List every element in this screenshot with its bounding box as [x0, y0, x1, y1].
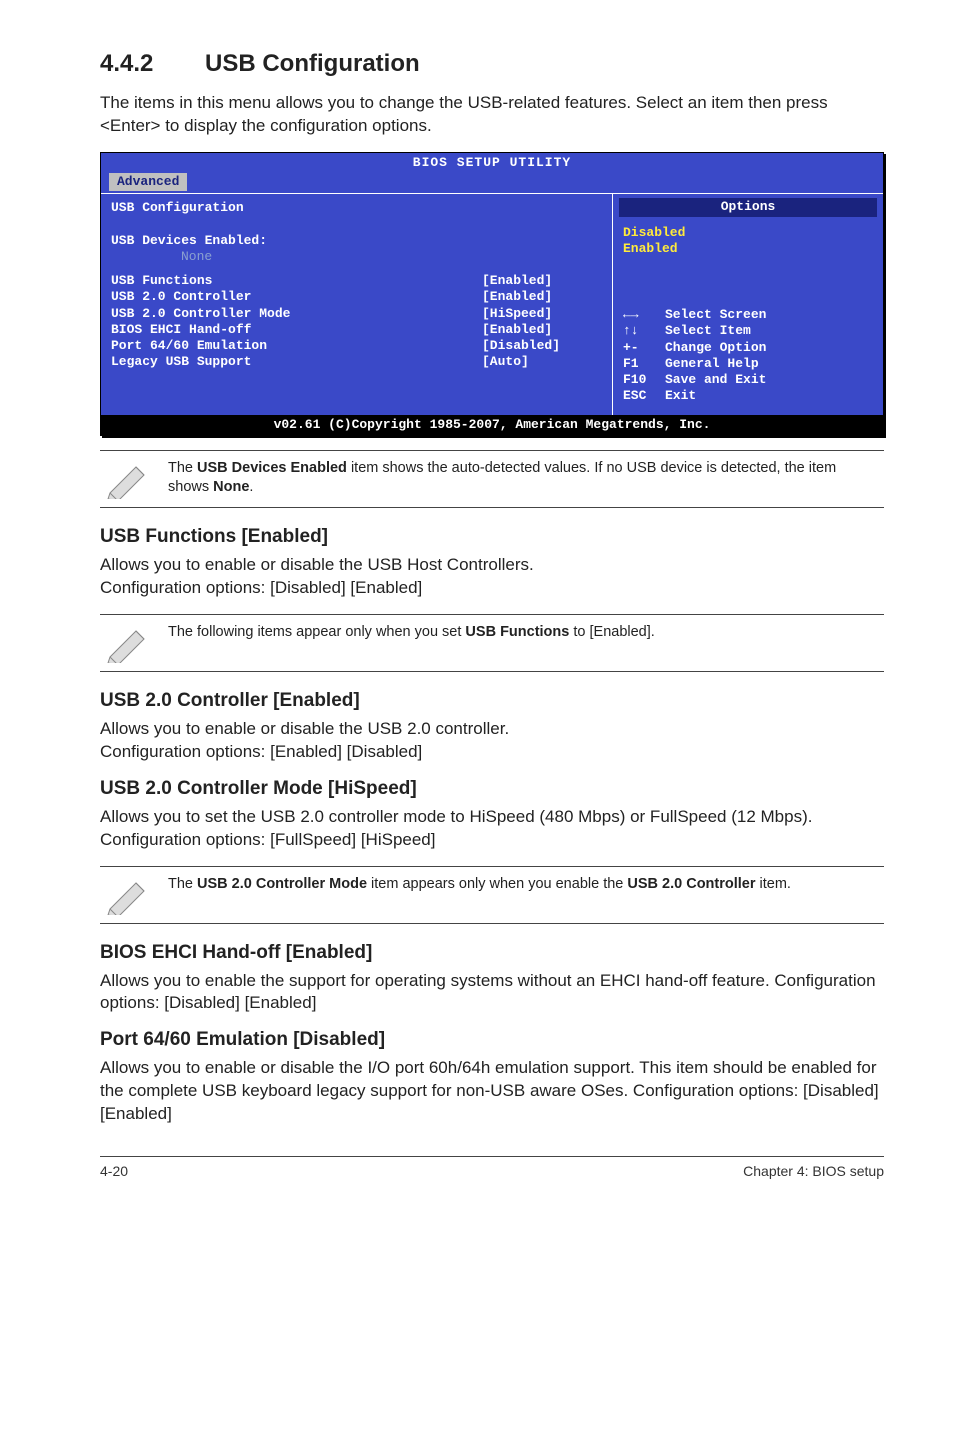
- bios-panel-title: USB Configuration: [111, 200, 602, 216]
- pencil-icon: [104, 459, 152, 499]
- bios-option: Enabled: [623, 241, 873, 257]
- paragraph: Allows you to enable the support for ope…: [100, 970, 884, 1016]
- note-text: The USB Devices Enabled item shows the a…: [168, 459, 880, 498]
- subheading-usb-functions: USB Functions [Enabled]: [100, 526, 884, 548]
- page-footer: 4-20 Chapter 4: BIOS setup: [100, 1156, 884, 1179]
- bios-row: BIOS EHCI Hand-off[Enabled]: [111, 322, 602, 338]
- bios-copyright: v02.61 (C)Copyright 1985-2007, American …: [101, 415, 883, 435]
- paragraph: Allows you to enable or disable the USB …: [100, 554, 884, 577]
- subheading-port-emulation: Port 64/60 Emulation [Disabled]: [100, 1029, 884, 1051]
- bios-devices-value: None: [111, 249, 602, 265]
- section-number: 4.4.2: [100, 50, 205, 78]
- page-number: 4-20: [100, 1163, 128, 1179]
- bios-right-panel: Options Disabled Enabled ←→Select Screen…: [613, 194, 883, 414]
- bios-row: USB 2.0 Controller[Enabled]: [111, 289, 602, 305]
- paragraph: Configuration options: [Enabled] [Disabl…: [100, 741, 884, 764]
- note-block: The USB 2.0 Controller Mode item appears…: [100, 866, 884, 924]
- subheading-usb20-mode: USB 2.0 Controller Mode [HiSpeed]: [100, 778, 884, 800]
- bios-screenshot: BIOS SETUP UTILITY Advanced USB Configur…: [100, 152, 884, 436]
- paragraph: Allows you to enable or disable the I/O …: [100, 1057, 884, 1126]
- paragraph: Allows you to enable or disable the USB …: [100, 718, 884, 741]
- note-block: The USB Devices Enabled item shows the a…: [100, 450, 884, 508]
- subheading-usb20-controller: USB 2.0 Controller [Enabled]: [100, 690, 884, 712]
- chapter-label: Chapter 4: BIOS setup: [743, 1163, 884, 1179]
- paragraph: Allows you to set the USB 2.0 controller…: [100, 806, 884, 852]
- intro-paragraph: The items in this menu allows you to cha…: [100, 92, 884, 138]
- bios-devices-label: USB Devices Enabled:: [111, 233, 602, 249]
- pencil-icon: [104, 623, 152, 663]
- bios-row: Port 64/60 Emulation[Disabled]: [111, 338, 602, 354]
- note-block: The following items appear only when you…: [100, 614, 884, 672]
- bios-tabbar: Advanced: [101, 173, 883, 194]
- note-text: The following items appear only when you…: [168, 623, 655, 643]
- bios-options-title: Options: [619, 198, 877, 216]
- bios-row: Legacy USB Support[Auto]: [111, 354, 602, 370]
- bios-option: Disabled: [623, 225, 873, 241]
- note-text: The USB 2.0 Controller Mode item appears…: [168, 875, 791, 895]
- subheading-ehci-handoff: BIOS EHCI Hand-off [Enabled]: [100, 942, 884, 964]
- bios-nav-help: ←→Select Screen ↑↓Select Item +-Change O…: [623, 307, 873, 405]
- bios-left-panel: USB Configuration USB Devices Enabled: N…: [101, 194, 613, 414]
- bios-title: BIOS SETUP UTILITY: [101, 153, 883, 173]
- bios-row: USB 2.0 Controller Mode[HiSpeed]: [111, 306, 602, 322]
- pencil-icon: [104, 875, 152, 915]
- bios-tab-advanced: Advanced: [109, 173, 187, 191]
- paragraph: Configuration options: [Disabled] [Enabl…: [100, 577, 884, 600]
- section-title: USB Configuration: [205, 50, 420, 77]
- section-heading: 4.4.2USB Configuration: [100, 50, 884, 78]
- bios-row: USB Functions[Enabled]: [111, 273, 602, 289]
